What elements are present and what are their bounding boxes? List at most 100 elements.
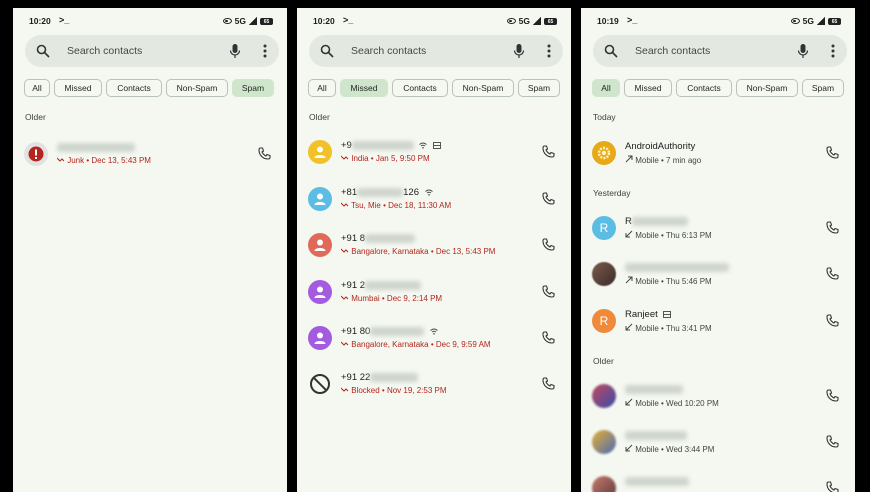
chip-contacts[interactable]: Contacts — [676, 79, 732, 97]
phone-icon[interactable] — [542, 192, 555, 205]
chip-all[interactable]: All — [592, 79, 620, 97]
call-row[interactable]: +91 80 Bangalore, Karnataka • Dec 9, 9:5… — [305, 320, 563, 356]
chip-contacts[interactable]: Contacts — [392, 79, 448, 97]
search-placeholder: Search contacts — [351, 45, 427, 57]
search-bar[interactable]: Search contacts — [25, 35, 279, 67]
call-row[interactable]: Mobile • Thu 5:46 PM — [589, 256, 847, 292]
avatar: R — [592, 216, 616, 240]
call-row[interactable]: AndroidAuthority Mobile • 7 min ago — [589, 135, 847, 171]
more-options-icon[interactable] — [547, 43, 551, 59]
incoming-call-icon — [625, 444, 633, 452]
person-icon — [314, 286, 326, 298]
chip-spam[interactable]: Spam — [802, 79, 844, 97]
call-meta: Mumbai • Dec 9, 2:14 PM — [351, 294, 443, 303]
photo-avatar — [592, 262, 616, 286]
chip-all[interactable]: All — [24, 79, 50, 97]
phone-icon[interactable] — [542, 238, 555, 251]
phone-icon[interactable] — [542, 145, 555, 158]
incoming-call-icon — [625, 230, 633, 238]
person-icon — [314, 193, 326, 205]
call-row[interactable] — [589, 470, 847, 492]
redacted-number — [57, 142, 135, 152]
chip-missed[interactable]: Missed — [340, 79, 388, 97]
more-options-icon[interactable] — [831, 43, 835, 59]
battery-icon: 65 — [544, 17, 557, 25]
redacted-number — [370, 326, 425, 336]
missed-call-icon — [340, 248, 349, 253]
sim-icon — [663, 311, 672, 318]
avatar — [308, 233, 332, 257]
call-meta: Mobile • 7 min ago — [635, 156, 702, 165]
phone-icon[interactable] — [826, 314, 839, 327]
phone-icon[interactable] — [826, 146, 839, 159]
avatar — [308, 326, 332, 350]
wifi-call-icon — [419, 142, 428, 149]
avatar — [308, 140, 332, 164]
filter-chips: All Missed Contacts Non-Spam Spam — [592, 79, 847, 97]
mic-icon[interactable] — [797, 43, 809, 59]
call-row[interactable]: Mobile • Wed 10:20 PM — [589, 378, 847, 414]
call-meta: India • Jan 5, 9:50 PM — [351, 154, 430, 163]
phone-icon[interactable] — [826, 435, 839, 448]
chip-missed[interactable]: Missed — [54, 79, 102, 97]
call-row[interactable]: +91 22 Blocked • Nov 19, 2:53 PM — [305, 366, 563, 402]
phone-icon[interactable] — [258, 147, 271, 160]
mic-icon[interactable] — [229, 43, 241, 59]
contact-name: Ranjeet — [625, 309, 658, 320]
chip-all[interactable]: All — [308, 79, 336, 97]
avatar: R — [592, 309, 616, 333]
more-options-icon[interactable] — [263, 43, 267, 59]
search-bar[interactable]: Search contacts — [309, 35, 563, 67]
phone-icon[interactable] — [826, 389, 839, 402]
terminal-icon: >_ — [627, 15, 638, 25]
mic-icon[interactable] — [513, 43, 525, 59]
chip-spam[interactable]: Spam — [518, 79, 560, 97]
call-meta: Mobile • Wed 10:20 PM — [635, 399, 719, 408]
call-meta: Mobile • Wed 3:44 PM — [635, 445, 715, 454]
phone-icon[interactable] — [542, 331, 555, 344]
call-row[interactable]: R Ranjeet Mobile • Thu 3:41 PM — [589, 303, 847, 339]
call-row[interactable]: +91 8 Bangalore, Karnataka • Dec 13, 5:4… — [305, 227, 563, 263]
chip-non-spam[interactable]: Non-Spam — [452, 79, 514, 97]
phone-panel-spam: 10:20 >_ 5G 65 Search contacts All Misse… — [13, 8, 287, 492]
network-label: 5G — [234, 16, 246, 26]
phone-icon[interactable] — [826, 221, 839, 234]
call-row[interactable]: R R Mobile • Thu 6:13 PM — [589, 210, 847, 246]
redacted-number — [357, 187, 404, 197]
spam-avatar — [24, 142, 48, 166]
call-row[interactable]: Mobile • Wed 3:44 PM — [589, 424, 847, 460]
terminal-icon: >_ — [59, 15, 70, 25]
phone-icon[interactable] — [542, 285, 555, 298]
phone-icon[interactable] — [826, 267, 839, 280]
missed-call-icon — [56, 157, 65, 162]
signal-icon — [249, 17, 257, 25]
chip-contacts[interactable]: Contacts — [106, 79, 162, 97]
call-row[interactable]: Junk • Dec 13, 5:43 PM — [21, 136, 279, 172]
chip-non-spam[interactable]: Non-Spam — [166, 79, 228, 97]
redacted-name — [631, 216, 688, 226]
call-row[interactable]: +9 India • Jan 5, 9:50 PM — [305, 134, 563, 170]
incoming-call-icon — [625, 323, 633, 331]
contact-number: +91 22 — [341, 372, 371, 383]
section-header: Older — [593, 356, 614, 366]
search-bar[interactable]: Search contacts — [593, 35, 847, 67]
chip-non-spam[interactable]: Non-Spam — [736, 79, 798, 97]
number-suffix: 126 — [403, 187, 419, 198]
contact-number: +9 — [341, 140, 352, 151]
search-icon — [604, 44, 618, 58]
chip-missed[interactable]: Missed — [624, 79, 672, 97]
status-bar: 10:19 >_ 5G 65 — [597, 15, 841, 30]
search-placeholder: Search contacts — [67, 45, 143, 57]
phone-icon[interactable] — [826, 481, 839, 492]
signal-icon — [533, 17, 541, 25]
chip-spam[interactable]: Spam — [232, 79, 274, 97]
person-icon — [314, 332, 326, 344]
sim-icon — [433, 142, 442, 149]
phone-icon[interactable] — [542, 377, 555, 390]
missed-call-icon — [340, 295, 349, 300]
call-row[interactable]: +91 2 Mumbai • Dec 9, 2:14 PM — [305, 274, 563, 310]
signal-icon — [817, 17, 825, 25]
section-header: Older — [25, 112, 46, 122]
outgoing-call-icon — [625, 276, 633, 284]
call-row[interactable]: +81 126 Tsu, Mie • Dec 18, 11:30 AM — [305, 181, 563, 217]
